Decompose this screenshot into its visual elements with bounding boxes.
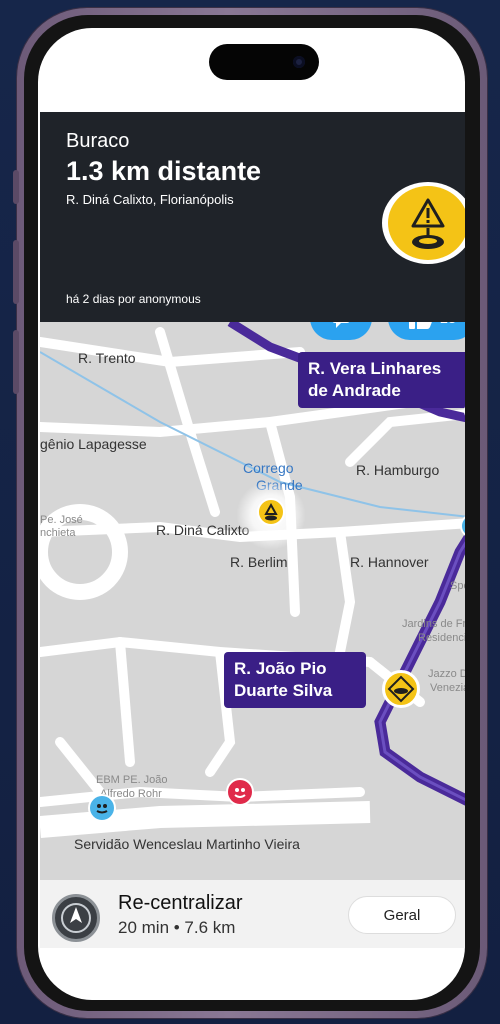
alert-type: Buraco: [66, 130, 130, 152]
map-wazer-pin-icon[interactable]: [88, 794, 116, 822]
map-label-berlim: R. Berlim: [230, 554, 288, 570]
map-label-servidao: Servidão Wenceslau Martinho Vieira: [74, 836, 300, 852]
map-label-hamburgo: R. Hamburgo: [356, 462, 440, 478]
map-hazard-pin-icon[interactable]: [257, 498, 285, 526]
phone-screen: Buraco 1.3 km distante R. Diná Calixto, …: [38, 28, 465, 1000]
map-label-lapagesse: gênio Lapagesse: [40, 436, 147, 452]
thumbs-up-count: 15: [440, 322, 457, 327]
map-label-anchieta: nchieta: [40, 527, 76, 539]
street-callout-joao-pio: R. João Pio Duarte Silva: [224, 652, 366, 708]
street-callout-vera-linhares: R. Vera Linhares de Andrade: [298, 352, 465, 408]
volume-down-button: [13, 330, 19, 394]
background: Buraco 1.3 km distante R. Diná Calixto, …: [0, 0, 500, 1024]
comment-icon: [332, 322, 350, 328]
compass-icon[interactable]: [52, 894, 100, 942]
volume-up-button: [13, 240, 19, 304]
thumbs-up-button[interactable]: 15: [388, 322, 465, 340]
map-label-spott: Spott: [450, 580, 465, 592]
dynamic-island: [209, 44, 319, 80]
map-label-corrego: Corrego: [243, 460, 294, 476]
alert-distance: 1.3 km distante: [66, 156, 262, 186]
pothole-warning-icon: [382, 182, 465, 264]
eta-summary: 20 min • 7.6 km: [118, 918, 236, 937]
map-label-ebm: EBM PE. João: [96, 774, 168, 786]
map-label-jazzo: Jazzo Di: [428, 668, 465, 680]
map-label-dina-calixto: R. Diná Calixto: [156, 522, 250, 538]
map-view[interactable]: 15 R. Trento gênio Lapagesse Corrego Gra…: [40, 322, 465, 880]
camera-icon: [293, 56, 305, 68]
hazard-alert-panel[interactable]: Buraco 1.3 km distante R. Diná Calixto, …: [40, 112, 465, 322]
map-label-hannover: R. Hannover: [350, 554, 429, 570]
map-label-trento: R. Trento: [78, 350, 136, 366]
recenter-button[interactable]: Re-centralizar: [118, 892, 242, 915]
navigation-bottom-bar: Re-centralizar 20 min • 7.6 km Geral: [40, 880, 465, 948]
map-label-residencia: Residencia: [418, 632, 465, 644]
map-label-pe-jose: Pe. José: [40, 514, 83, 526]
thumbs-up-icon: [408, 322, 432, 329]
general-button[interactable]: Geral: [348, 896, 456, 934]
map-label-jardins: Jardins de Fra: [402, 618, 465, 630]
map-label-venezia: Venezia: [430, 682, 465, 694]
alert-street: R. Diná Calixto, Florianópolis: [66, 192, 234, 207]
map-hazard-diamond-icon[interactable]: [382, 670, 420, 708]
map-user-pin-icon[interactable]: [226, 778, 254, 806]
alert-reporter-meta: há 2 dias por anonymous: [66, 292, 201, 306]
silent-switch: [13, 170, 19, 204]
